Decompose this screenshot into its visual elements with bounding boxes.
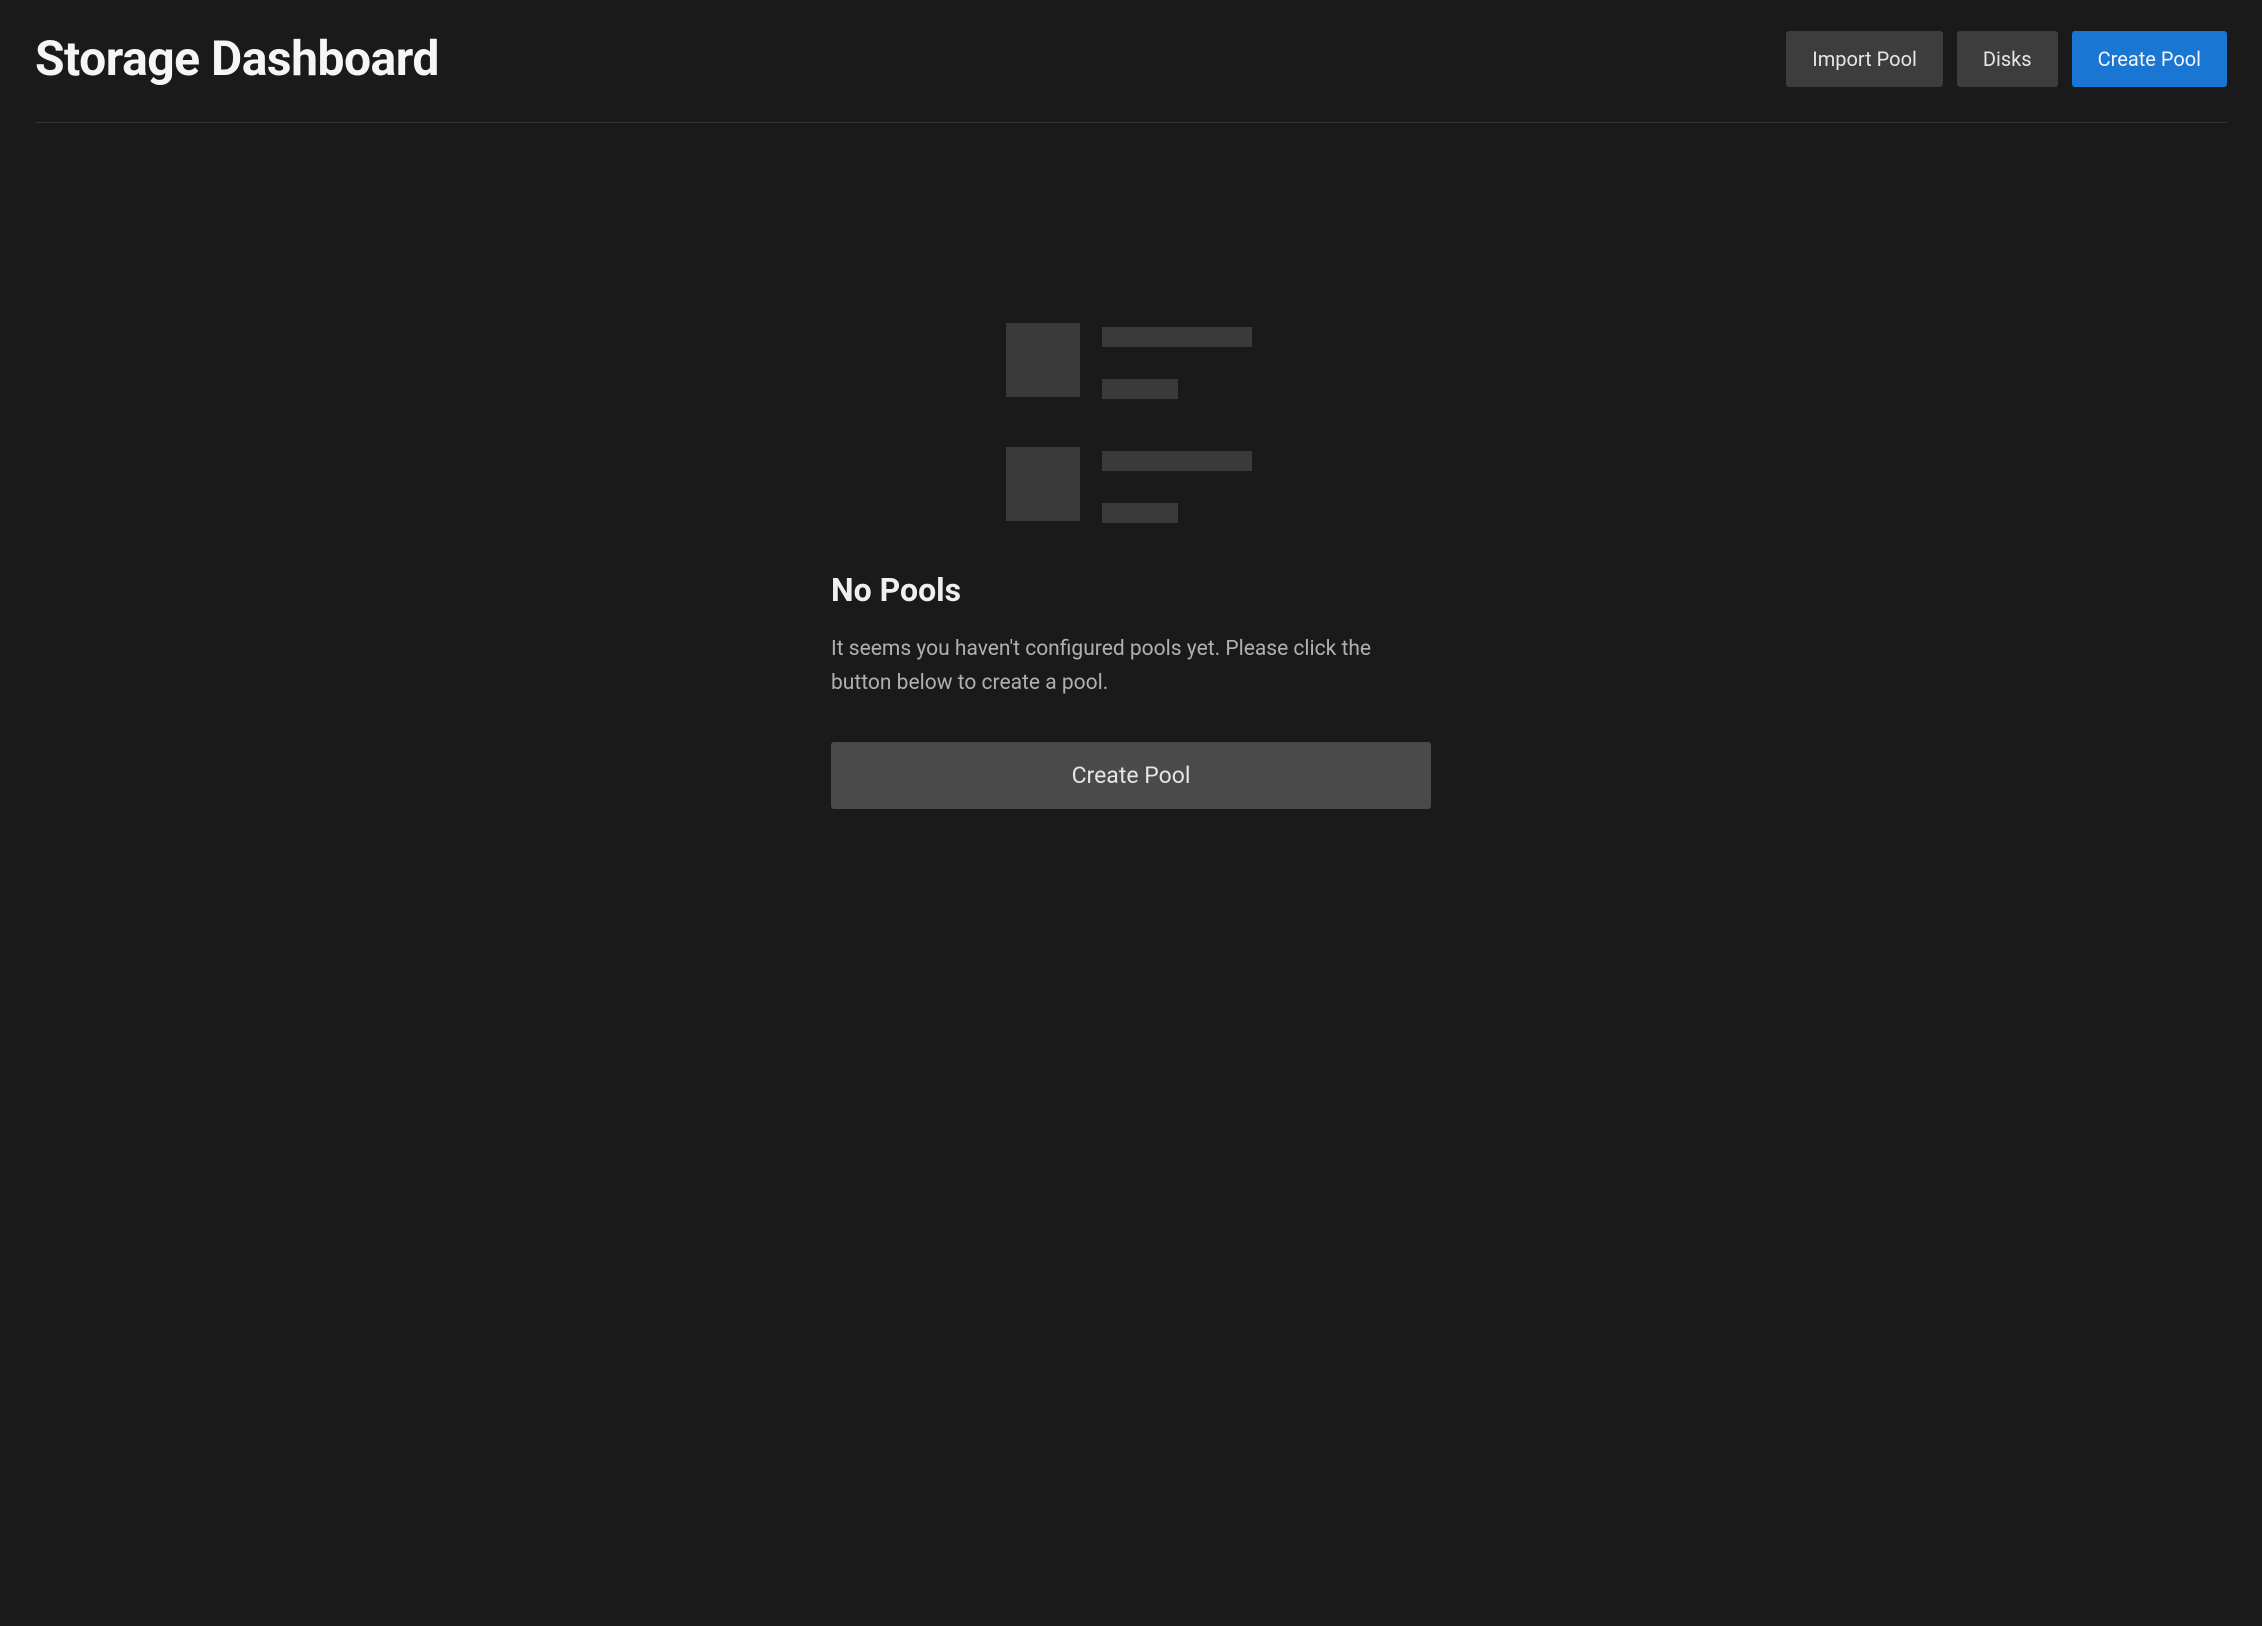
- create-pool-button[interactable]: Create Pool: [2072, 31, 2227, 87]
- empty-state-create-pool-button[interactable]: Create Pool: [831, 742, 1431, 809]
- page-header: Storage Dashboard Import Pool Disks Crea…: [35, 30, 2227, 123]
- empty-state-description: It seems you haven't configured pools ye…: [831, 633, 1431, 700]
- header-actions: Import Pool Disks Create Pool: [1786, 31, 2227, 87]
- page-title: Storage Dashboard: [35, 30, 439, 87]
- empty-state-title: No Pools: [831, 571, 1431, 609]
- import-pool-button[interactable]: Import Pool: [1786, 31, 1943, 87]
- disks-button[interactable]: Disks: [1957, 31, 2058, 87]
- empty-state-illustration-icon: [831, 323, 1431, 523]
- empty-state: No Pools It seems you haven't configured…: [35, 323, 2227, 809]
